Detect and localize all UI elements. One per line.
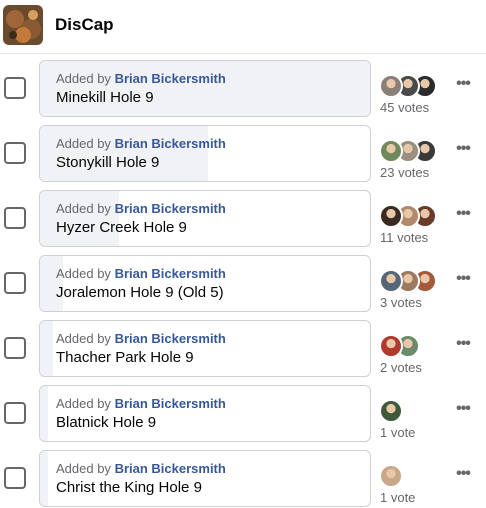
poll-option-row: Added by Brian Bickersmith Joralemon Hole… (0, 255, 486, 320)
added-by-line: Added by Brian Bickersmith (56, 330, 362, 348)
option-label: Joralemon Hole 9 (Old 5) (56, 284, 224, 301)
more-options-icon[interactable]: ••• (452, 206, 474, 224)
voter-avatar[interactable] (379, 464, 403, 488)
vote-count[interactable]: 2 votes (380, 360, 422, 375)
author-link[interactable]: Brian Bickersmith (115, 266, 226, 281)
vote-count[interactable]: 23 votes (380, 165, 429, 180)
added-by-prefix: Added by (56, 461, 111, 476)
poll-option-row: Added by Brian Bickersmith Christ the Kin… (0, 450, 486, 508)
author-link[interactable]: Brian Bickersmith (115, 71, 226, 86)
poll-option[interactable]: Added by Brian Bickersmith Stonykill Hole… (39, 125, 371, 182)
option-label: Blatnick Hole 9 (56, 414, 157, 431)
author-link[interactable]: Brian Bickersmith (115, 331, 226, 346)
author-link[interactable]: Brian Bickersmith (115, 396, 226, 411)
vote-share-bar (40, 386, 49, 441)
voter-avatar[interactable] (379, 334, 403, 358)
option-checkbox[interactable] (4, 77, 26, 99)
more-options-icon[interactable]: ••• (452, 466, 474, 484)
voter-avatar[interactable] (379, 74, 403, 98)
author-link[interactable]: Brian Bickersmith (115, 461, 226, 476)
more-options-icon[interactable]: ••• (452, 76, 474, 94)
vote-count[interactable]: 11 votes (380, 230, 428, 245)
added-by-prefix: Added by (56, 71, 111, 86)
added-by-line: Added by Brian Bickersmith (56, 70, 362, 88)
poll-option[interactable]: Added by Brian Bickersmith Minekill Hole … (39, 60, 371, 117)
poll-option-row: Added by Brian Bickersmith Hyzer Creek Ho… (0, 190, 486, 255)
vote-share-bar (40, 451, 49, 506)
added-by-prefix: Added by (56, 201, 111, 216)
added-by-line: Added by Brian Bickersmith (56, 395, 362, 413)
added-by-prefix: Added by (56, 136, 111, 151)
more-options-icon[interactable]: ••• (452, 141, 474, 159)
vote-count[interactable]: 45 votes (380, 100, 429, 115)
added-by-line: Added by Brian Bickersmith (56, 200, 362, 218)
added-by-line: Added by Brian Bickersmith (56, 265, 362, 283)
option-label: Minekill Hole 9 (56, 89, 154, 106)
poll-option[interactable]: Added by Brian Bickersmith Blatnick Hole … (39, 385, 371, 442)
option-label: Hyzer Creek Hole 9 (56, 219, 187, 236)
page-title: DisCap (55, 15, 114, 34)
option-checkbox[interactable] (4, 467, 26, 489)
vote-count[interactable]: 1 vote (380, 425, 415, 440)
more-options-icon[interactable]: ••• (452, 336, 474, 354)
added-by-prefix: Added by (56, 396, 111, 411)
more-options-icon[interactable]: ••• (452, 401, 474, 419)
option-checkbox[interactable] (4, 272, 26, 294)
vote-count[interactable]: 3 votes (380, 295, 422, 310)
poll-option[interactable]: Added by Brian Bickersmith Joralemon Hole… (39, 255, 371, 312)
added-by-line: Added by Brian Bickersmith (56, 460, 362, 478)
added-by-prefix: Added by (56, 266, 111, 281)
option-checkbox[interactable] (4, 337, 26, 359)
option-checkbox[interactable] (4, 207, 26, 229)
group-avatar[interactable] (3, 5, 43, 45)
poll-option[interactable]: Added by Brian Bickersmith Christ the Kin… (39, 450, 371, 507)
vote-count[interactable]: 1 vote (380, 490, 415, 505)
poll-header: DisCap (0, 0, 486, 54)
more-options-icon[interactable]: ••• (452, 271, 474, 289)
author-link[interactable]: Brian Bickersmith (115, 136, 226, 151)
poll-option-row: Added by Brian Bickersmith Minekill Hole … (0, 60, 486, 125)
poll-option-row: Added by Brian Bickersmith Thacher Park H… (0, 320, 486, 385)
voter-avatar[interactable] (379, 399, 403, 423)
option-label: Christ the King Hole 9 (56, 479, 202, 496)
option-label: Thacher Park Hole 9 (56, 349, 194, 366)
vote-share-bar (40, 321, 54, 376)
voter-avatar[interactable] (379, 204, 403, 228)
option-label: Stonykill Hole 9 (56, 154, 160, 171)
poll-option-row: Added by Brian Bickersmith Blatnick Hole … (0, 385, 486, 450)
author-link[interactable]: Brian Bickersmith (115, 201, 226, 216)
poll-option[interactable]: Added by Brian Bickersmith Thacher Park H… (39, 320, 371, 377)
option-checkbox[interactable] (4, 402, 26, 424)
added-by-line: Added by Brian Bickersmith (56, 135, 362, 153)
voter-avatar[interactable] (379, 269, 403, 293)
poll-option[interactable]: Added by Brian Bickersmith Hyzer Creek Ho… (39, 190, 371, 247)
added-by-prefix: Added by (56, 331, 111, 346)
poll-option-row: Added by Brian Bickersmith Stonykill Hole… (0, 125, 486, 190)
option-checkbox[interactable] (4, 142, 26, 164)
voter-avatar[interactable] (379, 139, 403, 163)
